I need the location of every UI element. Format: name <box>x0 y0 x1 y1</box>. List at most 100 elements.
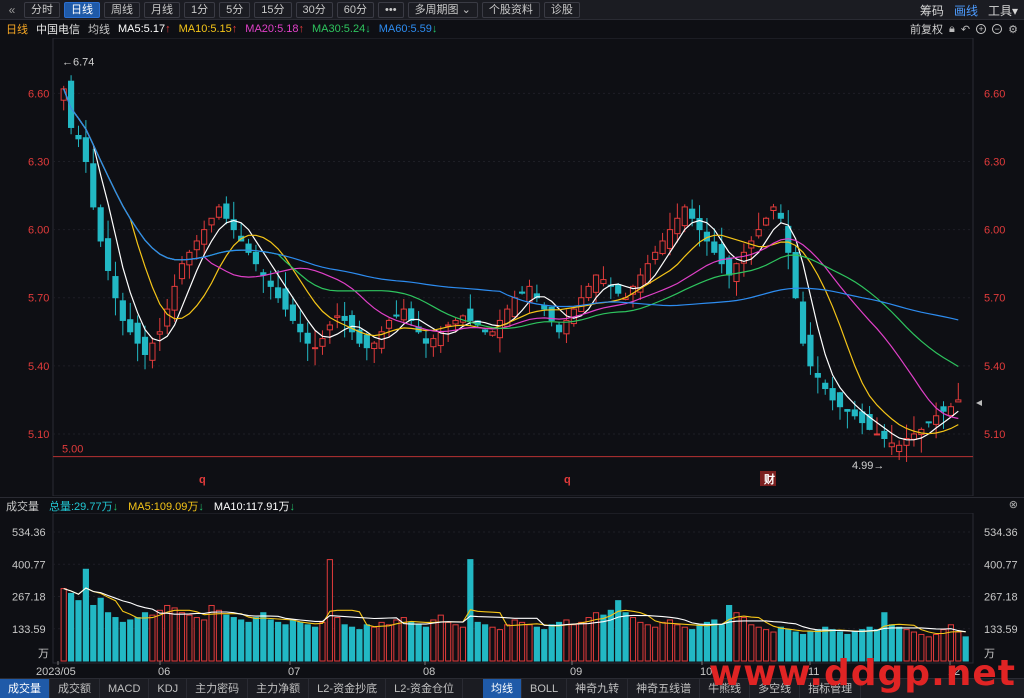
indicator-tab-10[interactable]: 神奇九转 <box>567 678 629 698</box>
indicator-tab-1[interactable]: 成交额 <box>50 678 100 698</box>
candle <box>311 347 319 350</box>
period-button-2[interactable]: 周线 <box>104 1 140 18</box>
volume-tick-right: 534.36 <box>984 527 1018 539</box>
volume-bar <box>134 617 141 662</box>
candle <box>252 251 260 265</box>
indicator-tab-0[interactable]: 成交量 <box>0 678 50 698</box>
zoom-in-icon[interactable]: + <box>976 24 987 34</box>
candle <box>947 406 954 416</box>
ma10-value: MA10:5.15↑ <box>178 23 238 35</box>
candle <box>836 392 844 408</box>
price-chart[interactable]: 6.60 6.60 6.30 6.30 6.00 6.00 5.70 5.70 5.40 5.40… <box>0 38 1024 496</box>
indicator-tab-5[interactable]: 主力净额 <box>248 678 310 698</box>
candle <box>541 304 548 310</box>
back-icon[interactable]: « <box>4 3 20 17</box>
low-label: 4.99→ <box>852 460 884 472</box>
price-tick-left: 5.40 <box>28 361 49 373</box>
candle <box>592 274 600 293</box>
indicator-tab-4[interactable]: 主力密码 <box>187 678 249 698</box>
tools-button[interactable]: 工具▾ <box>988 2 1018 19</box>
volume-ma5: MA5:109.09万↓ <box>128 500 204 513</box>
volume-bar <box>385 624 393 662</box>
candle <box>482 329 489 333</box>
period-button-1[interactable]: 日线 <box>64 1 100 18</box>
volume-bar <box>541 629 548 662</box>
price-tick-right: 6.60 <box>984 88 1005 100</box>
indicator-tab-8[interactable]: 均线 <box>482 678 522 698</box>
event-marker[interactable]: q <box>564 474 571 486</box>
volume-unit-left: 万 <box>38 648 49 660</box>
volume-bar <box>297 621 304 662</box>
ma5-value: MA5:5.17↑ <box>118 23 171 35</box>
candle <box>193 240 200 251</box>
candle <box>112 276 119 299</box>
period-toolbar: « 分时 日线 周线 月线 1分 5分 15分 30分 60分 ••• 多周期图 ⌄ 个股资料 诊股 筹… <box>0 0 1024 20</box>
undo-icon[interactable]: ↶ <box>961 23 970 36</box>
volume-bar <box>282 624 289 662</box>
candle <box>363 334 370 349</box>
period-button-5[interactable]: 5分 <box>219 1 251 18</box>
volume-bar <box>245 621 252 662</box>
candle <box>652 251 659 260</box>
event-marker[interactable]: q <box>199 474 206 486</box>
indicator-tab-7[interactable]: L2-资金仓位 <box>386 678 463 698</box>
indicator-tab-2[interactable]: MACD <box>100 678 150 698</box>
volume-bar <box>482 624 489 662</box>
volume-tick-left: 133.59 <box>12 624 46 636</box>
adjust-select[interactable]: 前复权 <box>910 21 943 37</box>
zoom-out-icon[interactable]: − <box>992 24 1003 34</box>
volume-title: 成交量 <box>6 500 39 513</box>
period-button-9[interactable]: ••• <box>378 1 404 18</box>
period-button-3[interactable]: 月线 <box>144 1 180 18</box>
indicator-tab-6[interactable]: L2-资金抄底 <box>309 678 387 698</box>
indicator-tab-11[interactable]: 神奇五线谱 <box>628 678 701 698</box>
period-button-12[interactable]: 诊股 <box>543 1 580 18</box>
period-button-10[interactable]: 多周期图 ⌄ <box>407 1 478 18</box>
volume-tick-left: 267.18 <box>12 592 46 604</box>
close-panel-icon[interactable]: ⊗ <box>1009 498 1018 511</box>
indicator-tab-9[interactable]: BOLL <box>522 678 568 698</box>
volume-bar <box>578 621 585 662</box>
volume-bar <box>496 629 503 662</box>
candle <box>82 137 89 163</box>
candle <box>215 206 223 218</box>
period-button-0[interactable]: 分时 <box>24 1 60 18</box>
period-button-8[interactable]: 60分 <box>336 1 374 18</box>
period-button-7[interactable]: 30分 <box>295 1 333 18</box>
event-marker[interactable]: 财 <box>763 472 775 486</box>
chip-button[interactable]: 筹码 <box>920 2 944 19</box>
period-button-4[interactable]: 1分 <box>184 1 216 18</box>
price-tick-right: 5.70 <box>984 293 1005 305</box>
candle <box>489 331 496 336</box>
settings-icon[interactable]: ⚙ <box>1008 23 1018 36</box>
lock-icon[interactable]: 🔒︎ <box>949 23 955 36</box>
volume-bar <box>223 614 230 662</box>
volume-header: 成交量 总量:29.77万↓ MA5:109.09万↓ MA10:117.91万… <box>0 497 1024 513</box>
candle <box>940 406 947 412</box>
period-button-6[interactable]: 15分 <box>254 1 292 18</box>
price-tick-left: 6.30 <box>28 157 49 169</box>
volume-bar <box>141 612 149 662</box>
volume-bar <box>326 559 333 662</box>
indicator-tab-3[interactable]: KDJ <box>149 678 188 698</box>
volume-bar <box>267 619 274 662</box>
candle <box>666 229 674 249</box>
volume-bar <box>652 626 659 662</box>
candle <box>799 301 807 344</box>
ma-label[interactable]: 均线 <box>88 21 110 37</box>
volume-bar <box>319 621 326 662</box>
volume-ma10: MA10:117.91万↓ <box>213 500 296 513</box>
candle <box>134 322 141 344</box>
candle <box>762 217 770 226</box>
x-label: 07 <box>288 666 300 678</box>
candle <box>334 315 341 318</box>
ma20-value: MA20:5.18↑ <box>245 23 304 35</box>
volume-bar <box>555 621 563 662</box>
candle <box>600 279 607 285</box>
period-button-11[interactable]: 个股资料 <box>481 1 540 18</box>
draw-line-button[interactable]: 画线 <box>954 2 978 19</box>
candle <box>615 284 622 294</box>
volume-bar <box>90 604 97 662</box>
volume-bar <box>127 619 134 662</box>
stock-name: 中国电信 <box>36 24 80 36</box>
